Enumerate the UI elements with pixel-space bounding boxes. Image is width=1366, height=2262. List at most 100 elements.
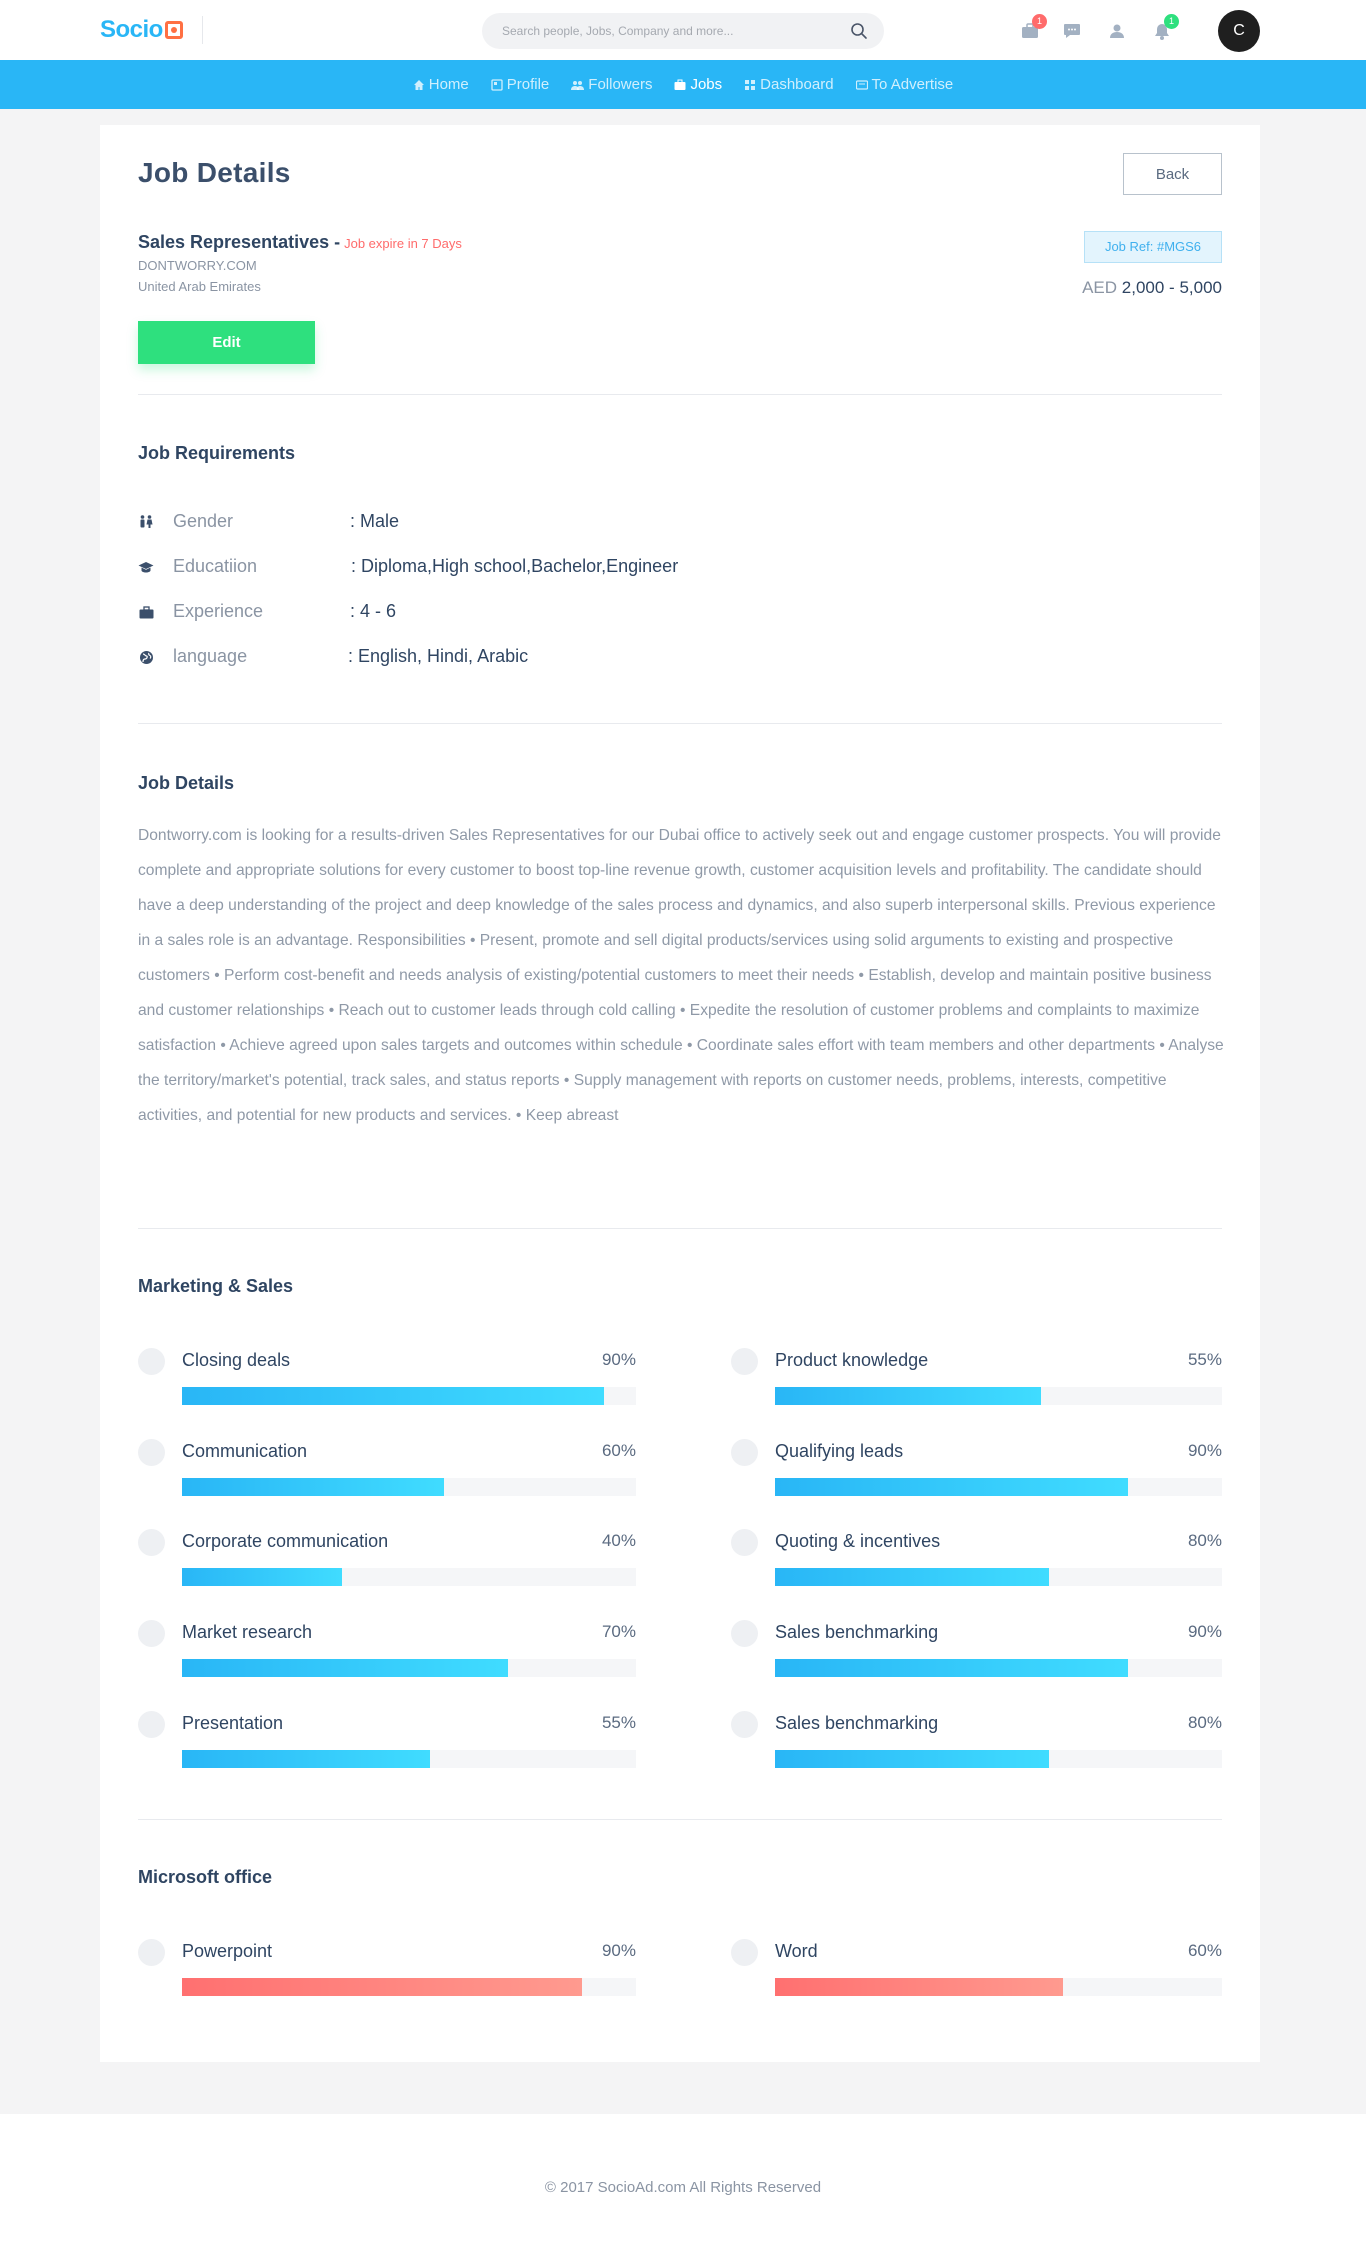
nav-advertise[interactable]: To Advertise (855, 76, 954, 93)
requirement-label: language (173, 646, 248, 666)
skill-name: Communication (182, 1440, 308, 1461)
nav-home-label: Home (428, 76, 469, 93)
requirement-label: Gender (173, 511, 234, 531)
search-input[interactable] (502, 13, 832, 49)
notification-bell-icon[interactable]: 1 (1151, 14, 1179, 42)
skill-dot-icon (731, 1348, 758, 1375)
skill-progress-track (182, 1749, 636, 1768)
dashboard-icon (745, 79, 756, 90)
job-title: Sales Representatives - Job expire in 7 D… (138, 232, 462, 253)
logo[interactable]: Socio (100, 16, 183, 44)
requirement-label: Experience (173, 601, 264, 621)
requirement-value: : Diploma,High school,Bachelor,Engineer (351, 556, 679, 576)
logo-text: Socio (100, 16, 163, 43)
skill-name: Market research (182, 1622, 313, 1643)
salary-amount: 2,000 - 5,000 (1121, 278, 1222, 297)
skill-percent: 80% (1187, 1712, 1222, 1732)
followers-icon (571, 80, 585, 90)
job-expire-text: Job expire in 7 Days (344, 236, 462, 251)
skill-percent: 80% (1187, 1531, 1222, 1551)
requirement-education: Educatiion : Diploma,High school,Bachelo… (138, 554, 1038, 580)
skill-progress-track (775, 1749, 1222, 1768)
skill-progress-track (775, 1978, 1222, 1996)
edit-button[interactable]: Edit (138, 321, 315, 364)
skill-percent: 55% (1187, 1350, 1222, 1369)
skill-progress-track (182, 1477, 636, 1496)
main-nav: Home Profile Followers Jobs Dashboard To… (0, 60, 1366, 109)
skill-progress-fill (775, 1387, 1041, 1405)
nav-advertise-label: To Advertise (871, 76, 954, 93)
skill-progress-fill (182, 1477, 444, 1496)
skill-name: Presentation (182, 1712, 284, 1733)
skill-name: Qualifying leads (775, 1440, 904, 1461)
user-icon[interactable] (1106, 20, 1128, 42)
skill-dot-icon (731, 1939, 758, 1966)
skill-progress-track (775, 1659, 1222, 1678)
nav-jobs[interactable]: Jobs (674, 76, 722, 93)
nav-jobs-label: Jobs (690, 76, 723, 93)
divider (138, 394, 1222, 395)
salary-currency: AED (1082, 278, 1118, 297)
skill-percent: 60% (1187, 1941, 1222, 1960)
skill-percent: 90% (601, 1350, 636, 1369)
chat-icon[interactable] (1061, 20, 1083, 42)
home-icon (413, 79, 424, 90)
office-title: Microsoft office (138, 1867, 273, 1887)
company-name[interactable]: DONTWORRY.COM (138, 258, 257, 273)
skill-item: Sales benchmarking 80% (731, 1710, 1222, 1781)
skill-dot-icon (138, 1620, 165, 1648)
logo-mark-icon (164, 21, 183, 39)
skill-percent: 60% (601, 1440, 636, 1460)
skill-progress-track (182, 1387, 636, 1405)
back-button[interactable]: Back (1123, 153, 1222, 195)
page-title: Job Details (138, 157, 291, 188)
job-title-text: Sales Representatives - (138, 232, 341, 252)
skill-name: Quoting & incentives (775, 1531, 941, 1552)
requirement-gender: Gender : Male (138, 509, 1038, 535)
skill-item: Quoting & incentives 80% (731, 1529, 1222, 1599)
graduation-cap-icon (138, 559, 154, 575)
skill-progress-fill (775, 1568, 1049, 1587)
skill-percent: 90% (601, 1941, 636, 1960)
requirement-value: : 4 - 6 (350, 601, 397, 621)
skill-progress-fill (182, 1749, 431, 1768)
job-details-card: Job Details Back Sales Representatives -… (100, 125, 1260, 2062)
skill-dot-icon (731, 1620, 758, 1648)
divider (138, 723, 1222, 724)
skill-item: Word 60% (731, 1939, 1222, 2009)
skill-percent: 40% (601, 1531, 636, 1551)
briefcase-icon (674, 79, 686, 90)
nav-profile-label: Profile (506, 76, 550, 93)
skill-name: Sales benchmarking (775, 1622, 939, 1643)
skill-item: Qualifying leads 90% (731, 1438, 1222, 1509)
copyright: © 2017 SocioAd.com All Rights Reserved (544, 2179, 822, 2196)
skill-name: Word (775, 1941, 818, 1961)
nav-home[interactable]: Home (413, 76, 469, 93)
advertise-icon (855, 79, 868, 90)
profile-icon (491, 78, 503, 91)
skill-dot-icon (138, 1529, 165, 1557)
nav-dashboard[interactable]: Dashboard (744, 76, 834, 93)
skill-progress-track (182, 1568, 636, 1587)
skill-name: Powerpoint (182, 1941, 273, 1961)
skill-progress-fill (182, 1659, 508, 1678)
job-description: Dontworry.com is looking for a results-d… (138, 827, 1224, 1124)
skill-name: Closing deals (182, 1350, 291, 1370)
skill-progress-track (775, 1387, 1222, 1405)
skill-percent: 90% (1187, 1622, 1222, 1642)
nav-profile[interactable]: Profile (491, 76, 550, 93)
skill-percent: 90% (1187, 1440, 1222, 1460)
requirements-title: Job Requirements (138, 443, 296, 463)
skill-name: Sales benchmarking (775, 1712, 939, 1733)
nav-followers[interactable]: Followers (571, 76, 652, 93)
briefcase-icon (138, 604, 154, 620)
skill-name: Product knowledge (775, 1350, 929, 1370)
skill-progress-fill (775, 1659, 1129, 1678)
skill-dot-icon (731, 1710, 758, 1738)
search-icon[interactable] (850, 22, 868, 40)
skill-item: Powerpoint 90% (138, 1939, 636, 2009)
jobs-header-icon[interactable]: 1 (1019, 14, 1047, 42)
divider (138, 1228, 1222, 1229)
user-avatar[interactable]: C (1218, 10, 1260, 52)
details-title: Job Details (138, 773, 235, 793)
